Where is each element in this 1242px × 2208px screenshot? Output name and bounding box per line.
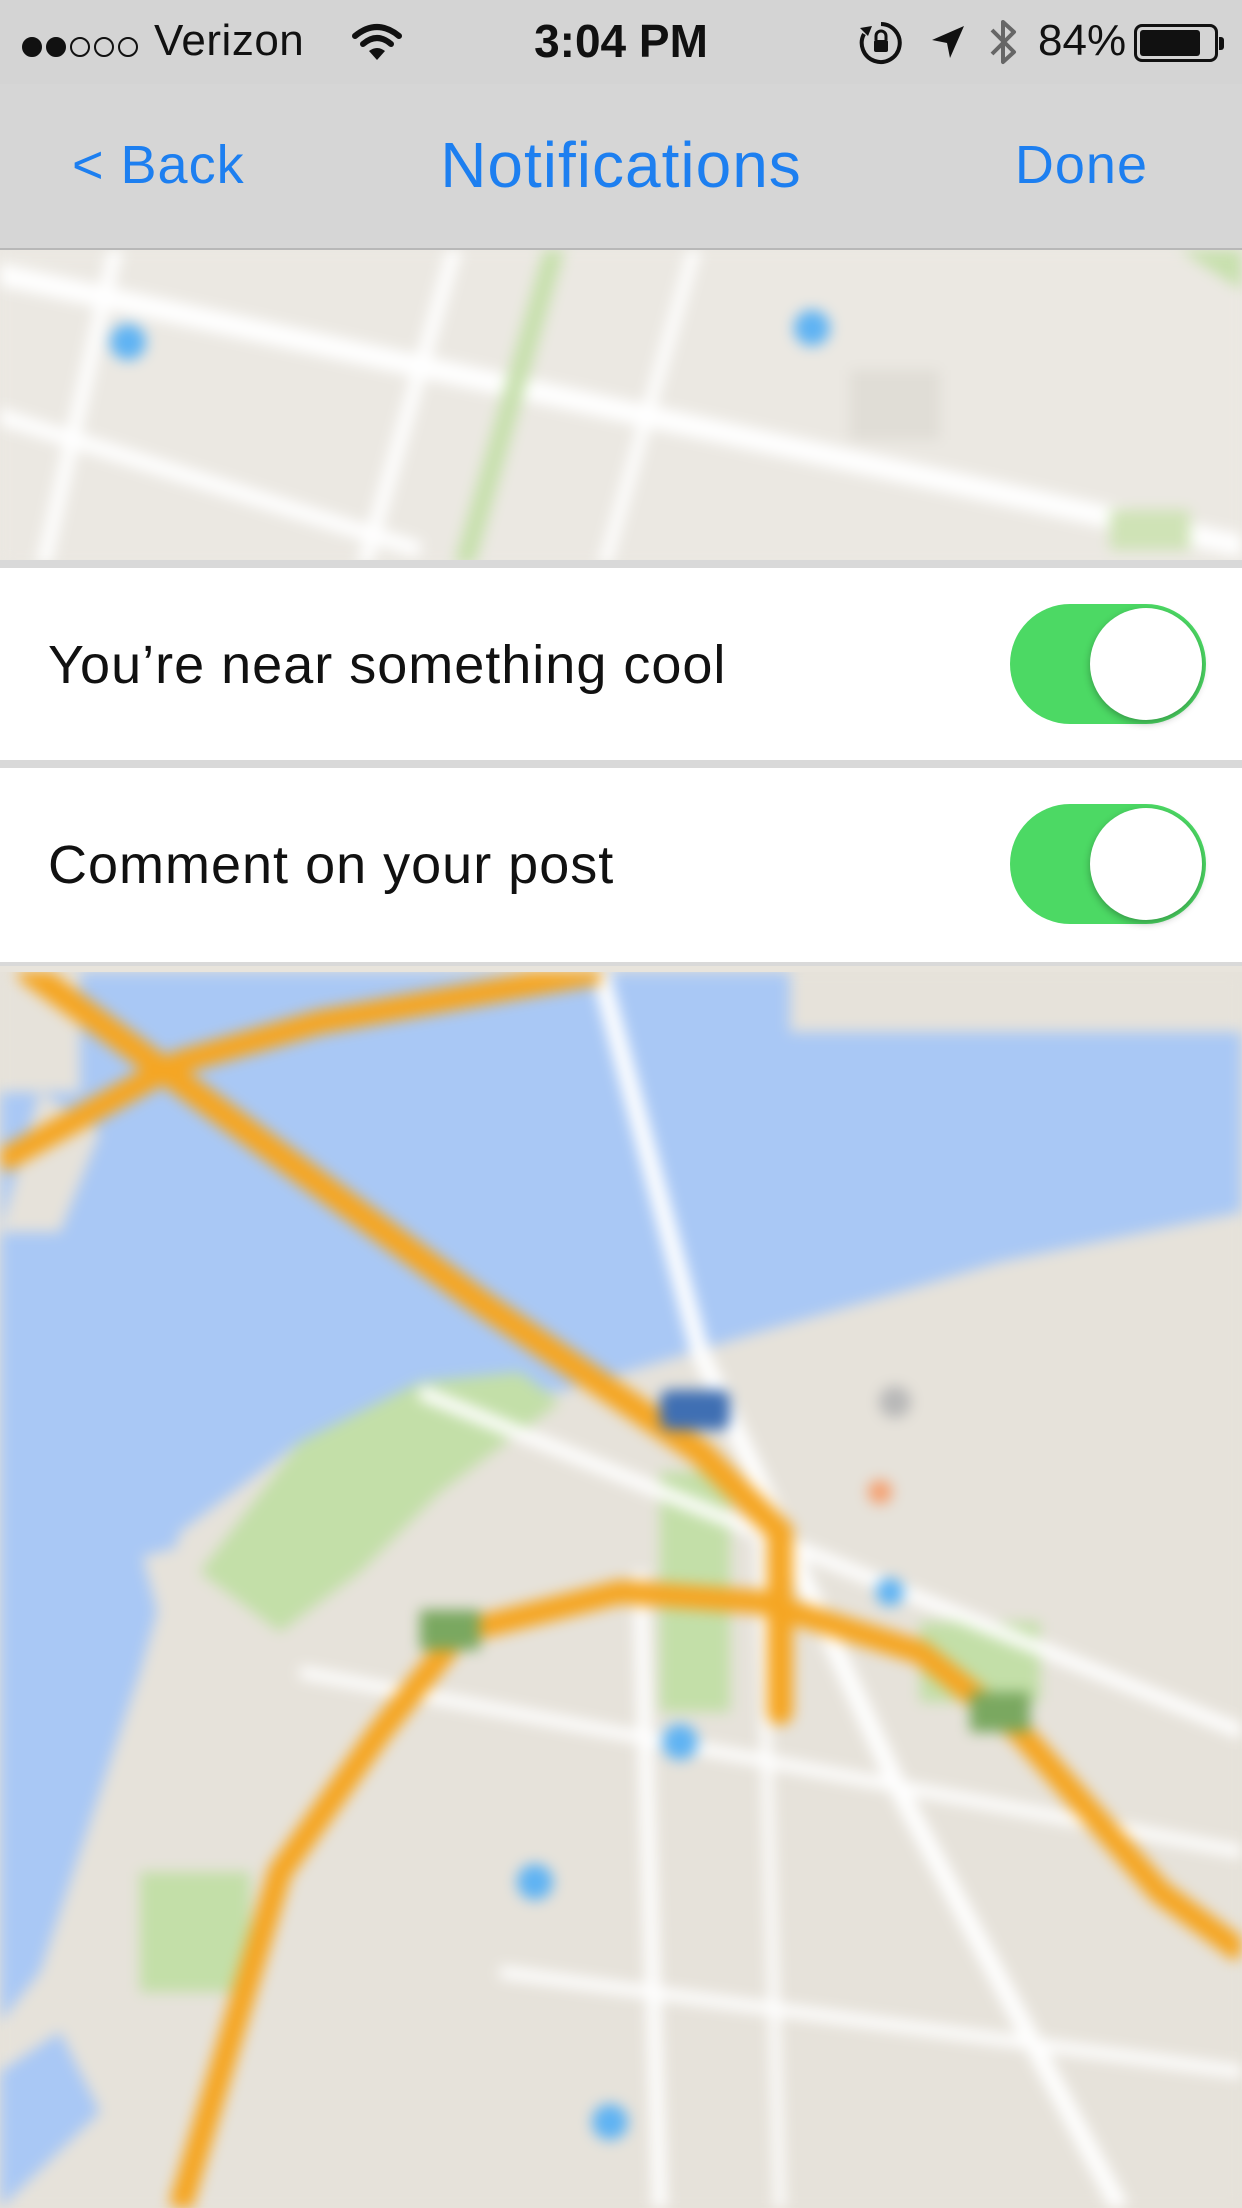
status-bar: Verizon 3:04 PM 84% [0,0,1242,84]
toggle-knob [1090,608,1202,720]
map-background-top [0,250,1242,564]
navigation-bar: < Back Notifications Done [0,84,1242,250]
orientation-lock-icon [859,22,902,64]
done-button[interactable]: Done [1015,134,1148,196]
map-background-bottom [0,972,1242,2208]
setting-row-comment-on-post[interactable]: Comment on your post [0,760,1242,966]
setting-label: You’re near something cool [48,635,727,695]
setting-row-near-something-cool[interactable]: You’re near something cool [0,560,1242,766]
setting-label: Comment on your post [48,835,615,895]
battery-icon [1134,24,1224,62]
status-icons: 84% [858,14,1228,70]
battery-percent: 84% [1038,16,1127,65]
toggle-knob [1090,808,1202,920]
bluetooth-icon [990,20,1016,64]
comment-on-post-toggle[interactable] [1010,804,1206,924]
near-something-cool-toggle[interactable] [1010,604,1206,724]
location-arrow-icon [932,26,964,58]
